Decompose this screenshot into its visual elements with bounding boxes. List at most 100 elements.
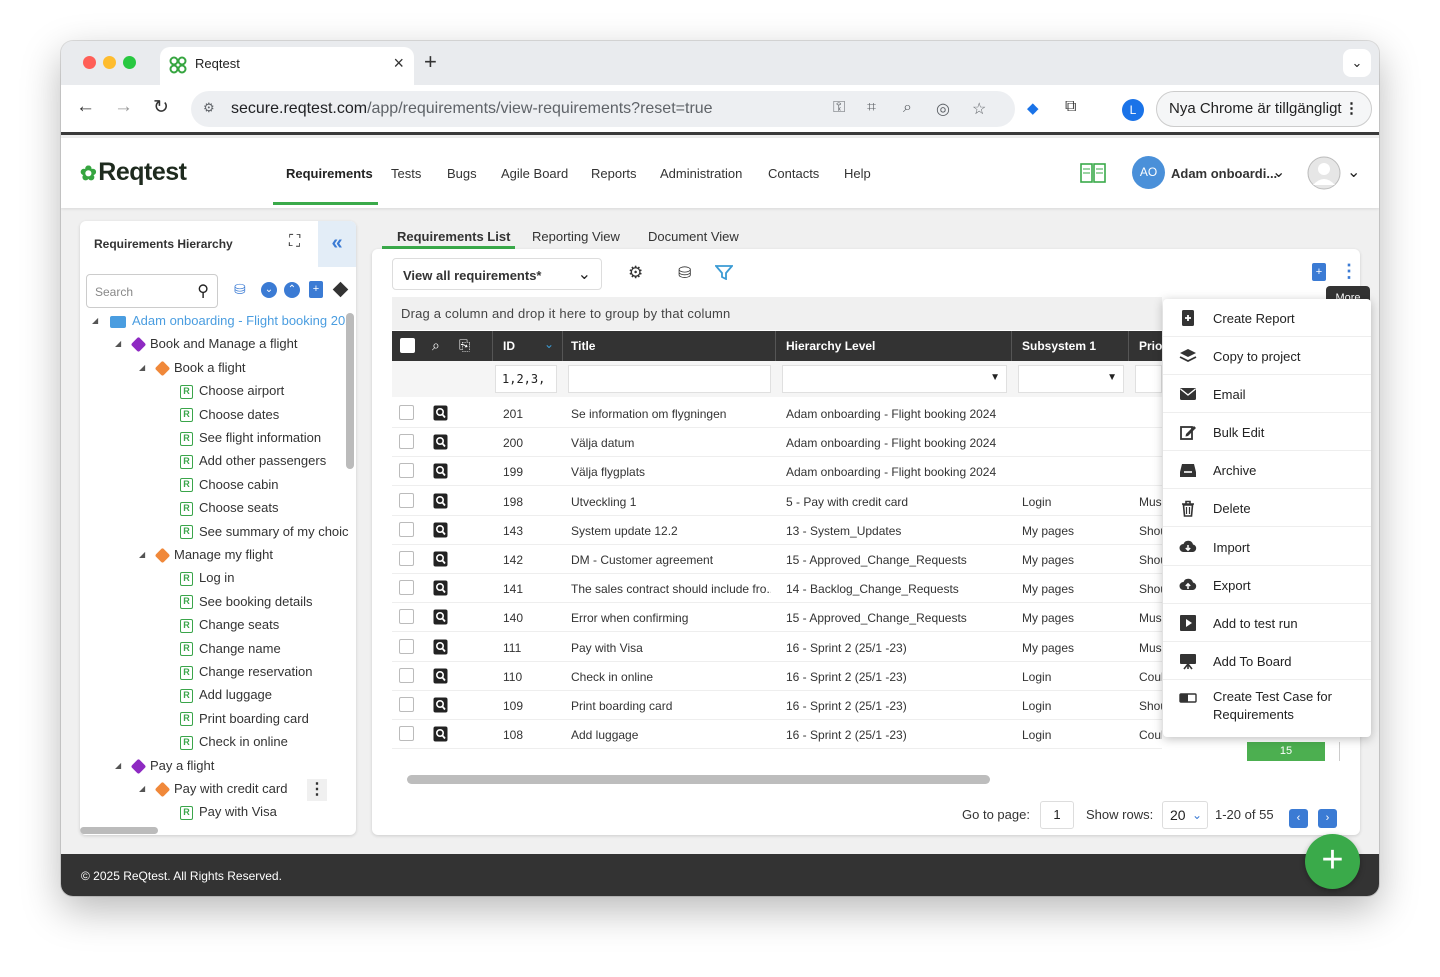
table-row[interactable]: 111 Pay with Visa 16 - Sprint 2 (25/1 -23)… <box>392 632 1162 662</box>
column-title[interactable]: Title <box>571 339 595 353</box>
profile-avatar[interactable]: L <box>1122 99 1144 121</box>
add-fab-button[interactable]: + <box>1305 834 1360 889</box>
menu-item-archive[interactable]: Archive <box>1163 451 1371 489</box>
tree-node[interactable]: R Choose cabin <box>180 477 279 499</box>
tab-requirements-list[interactable]: Requirements List <box>397 229 510 244</box>
tree-node[interactable]: R Add luggage <box>180 687 272 709</box>
nav-bugs[interactable]: Bugs <box>447 166 477 181</box>
expand-all-icon[interactable]: ⌄ <box>261 282 277 298</box>
filter-icon[interactable] <box>715 264 733 280</box>
nav-tests[interactable]: Tests <box>391 166 421 181</box>
zoom-icon[interactable]: ⌕ <box>903 99 912 117</box>
minimize-window-button[interactable] <box>103 56 116 69</box>
tree-node[interactable]: ◢ Pay with credit card ⋮ <box>139 779 327 803</box>
rows-per-page-select[interactable]: 20 ⌄ <box>1162 801 1208 829</box>
tree-node-menu-icon[interactable]: ⋮ <box>307 779 327 801</box>
tab-reporting-view[interactable]: Reporting View <box>532 229 620 244</box>
prev-page-button[interactable]: ‹ <box>1289 809 1308 828</box>
address-bar[interactable]: ⚙ secure.reqtest.com/app/requirements/vi… <box>191 91 1015 127</box>
menu-item-export[interactable]: Export <box>1163 566 1371 604</box>
view-requirement-icon[interactable] <box>433 522 448 538</box>
next-page-button[interactable]: › <box>1318 809 1337 828</box>
nav-contacts[interactable]: Contacts <box>768 166 819 181</box>
tree-node[interactable]: ◢ Manage my flight <box>139 547 273 569</box>
column-priority[interactable]: Prio <box>1139 339 1162 353</box>
row-checkbox[interactable] <box>399 609 414 625</box>
tree-toggle-icon[interactable]: ◢ <box>115 761 121 770</box>
browser-tab[interactable]: Reqtest × <box>160 47 414 85</box>
title-filter-input[interactable] <box>568 365 771 393</box>
table-row[interactable]: 108 Add luggage 16 - Sprint 2 (25/1 -23) Lo… <box>392 720 1162 750</box>
table-row[interactable]: 140 Error when confirming 15 - Approved_Ch… <box>392 603 1162 633</box>
extension-shield-icon[interactable]: ◆ <box>1027 99 1039 117</box>
table-row[interactable]: 199 Välja flygplats Adam onboarding - Flig… <box>392 457 1162 487</box>
eye-off-icon[interactable]: ◎ <box>936 99 950 119</box>
tree-toggle-icon[interactable]: ◢ <box>115 339 121 348</box>
view-requirement-icon[interactable] <box>433 697 448 713</box>
row-checkbox[interactable] <box>399 463 414 479</box>
subsystem-filter-select[interactable]: ▼ <box>1018 365 1124 393</box>
column-id[interactable]: ID <box>503 339 515 353</box>
tree-toggle-icon[interactable]: ◢ <box>139 550 145 559</box>
view-requirement-icon[interactable] <box>433 493 448 509</box>
nav-reports[interactable]: Reports <box>591 166 637 181</box>
user-name[interactable]: Adam onboardi... <box>1171 166 1277 181</box>
tree-node[interactable]: R Add other passengers <box>180 453 326 475</box>
menu-item-copy-to-project[interactable]: Copy to project <box>1163 337 1371 375</box>
grid-horizontal-scrollbar[interactable] <box>407 775 990 784</box>
translate-icon[interactable]: ⌗ <box>867 99 876 117</box>
tree-node[interactable]: ◢ Pay a flight <box>115 758 214 780</box>
view-requirement-icon[interactable] <box>433 580 448 596</box>
back-icon[interactable]: ← <box>76 96 95 118</box>
profile-menu-chevron-icon[interactable]: ⌄ <box>1347 162 1360 182</box>
view-requirement-icon[interactable] <box>433 434 448 450</box>
view-select[interactable]: View all requirements* ⌄ <box>392 258 602 290</box>
reqtest-logo[interactable]: ✿Reqtest <box>80 158 187 187</box>
group-by-drop-zone[interactable]: Drag a column and drop it here to group … <box>392 297 1162 330</box>
tree-node[interactable]: R Choose dates <box>180 407 279 429</box>
row-checkbox[interactable] <box>399 492 414 508</box>
tree-node[interactable]: R Choose seats <box>180 500 279 522</box>
nav-help[interactable]: Help <box>844 166 871 181</box>
tree-node[interactable]: R Check in online <box>180 734 288 756</box>
add-requirement-icon[interactable]: + <box>309 281 323 298</box>
tree-node[interactable]: R See booking details <box>180 594 312 616</box>
tree-node[interactable]: R Log in <box>180 570 234 592</box>
column-subsystem-1[interactable]: Subsystem 1 <box>1022 339 1096 353</box>
row-checkbox[interactable] <box>399 638 414 654</box>
more-kebab-icon[interactable]: ⋮ <box>1340 261 1358 282</box>
tree-node[interactable]: R Change reservation <box>180 664 312 686</box>
select-all-checkbox[interactable] <box>400 338 415 353</box>
add-document-icon[interactable]: + <box>1312 263 1326 281</box>
tree-node[interactable]: R Change seats <box>180 617 279 639</box>
key-icon[interactable]: ⚿ <box>833 99 845 117</box>
table-row[interactable]: 141 The sales contract should include fro… <box>392 574 1162 604</box>
zoom-window-button[interactable] <box>123 56 136 69</box>
column-hierarchy-level[interactable]: Hierarchy Level <box>786 339 875 353</box>
settings-gear-icon[interactable]: ⚙ <box>628 263 643 283</box>
row-checkbox[interactable] <box>399 521 414 537</box>
goto-page-input[interactable]: 1 <box>1040 801 1074 829</box>
tree-node[interactable]: R See flight information <box>180 430 321 452</box>
menu-item-create-report[interactable]: Create Report <box>1163 299 1371 337</box>
forward-icon[interactable]: → <box>114 96 133 118</box>
view-requirement-icon[interactable] <box>433 405 448 421</box>
table-row[interactable]: 143 System update 12.2 13 - System_Updates… <box>392 515 1162 545</box>
tree-node[interactable]: R See summary of my choic <box>180 524 349 546</box>
site-settings-icon[interactable]: ⚙ <box>203 100 215 116</box>
tree-toggle-icon[interactable]: ◢ <box>139 784 145 793</box>
search-icon[interactable]: ⚲ <box>197 281 209 301</box>
table-row[interactable]: 110 Check in online 16 - Sprint 2 (25/1 -2… <box>392 661 1162 691</box>
book-icon[interactable] <box>1080 163 1106 183</box>
close-tab-icon[interactable]: × <box>393 53 404 74</box>
chrome-update-button[interactable]: Nya Chrome är tillgängligt ⋮ <box>1156 91 1372 127</box>
table-row[interactable]: 142 DM - Customer agreement 15 - Approved_… <box>392 545 1162 574</box>
row-checkbox[interactable] <box>399 405 414 420</box>
row-checkbox[interactable] <box>399 697 414 712</box>
menu-item-bulk-edit[interactable]: Bulk Edit <box>1163 413 1371 451</box>
tree-node[interactable]: ◢ Adam onboarding - Flight booking 2024 <box>92 313 350 335</box>
menu-item-add-to-test-run[interactable]: Add to test run <box>1163 604 1371 642</box>
close-window-button[interactable] <box>83 56 96 69</box>
tree-toggle-icon[interactable]: ◢ <box>139 363 145 372</box>
tree-node[interactable]: R Choose airport <box>180 383 284 405</box>
